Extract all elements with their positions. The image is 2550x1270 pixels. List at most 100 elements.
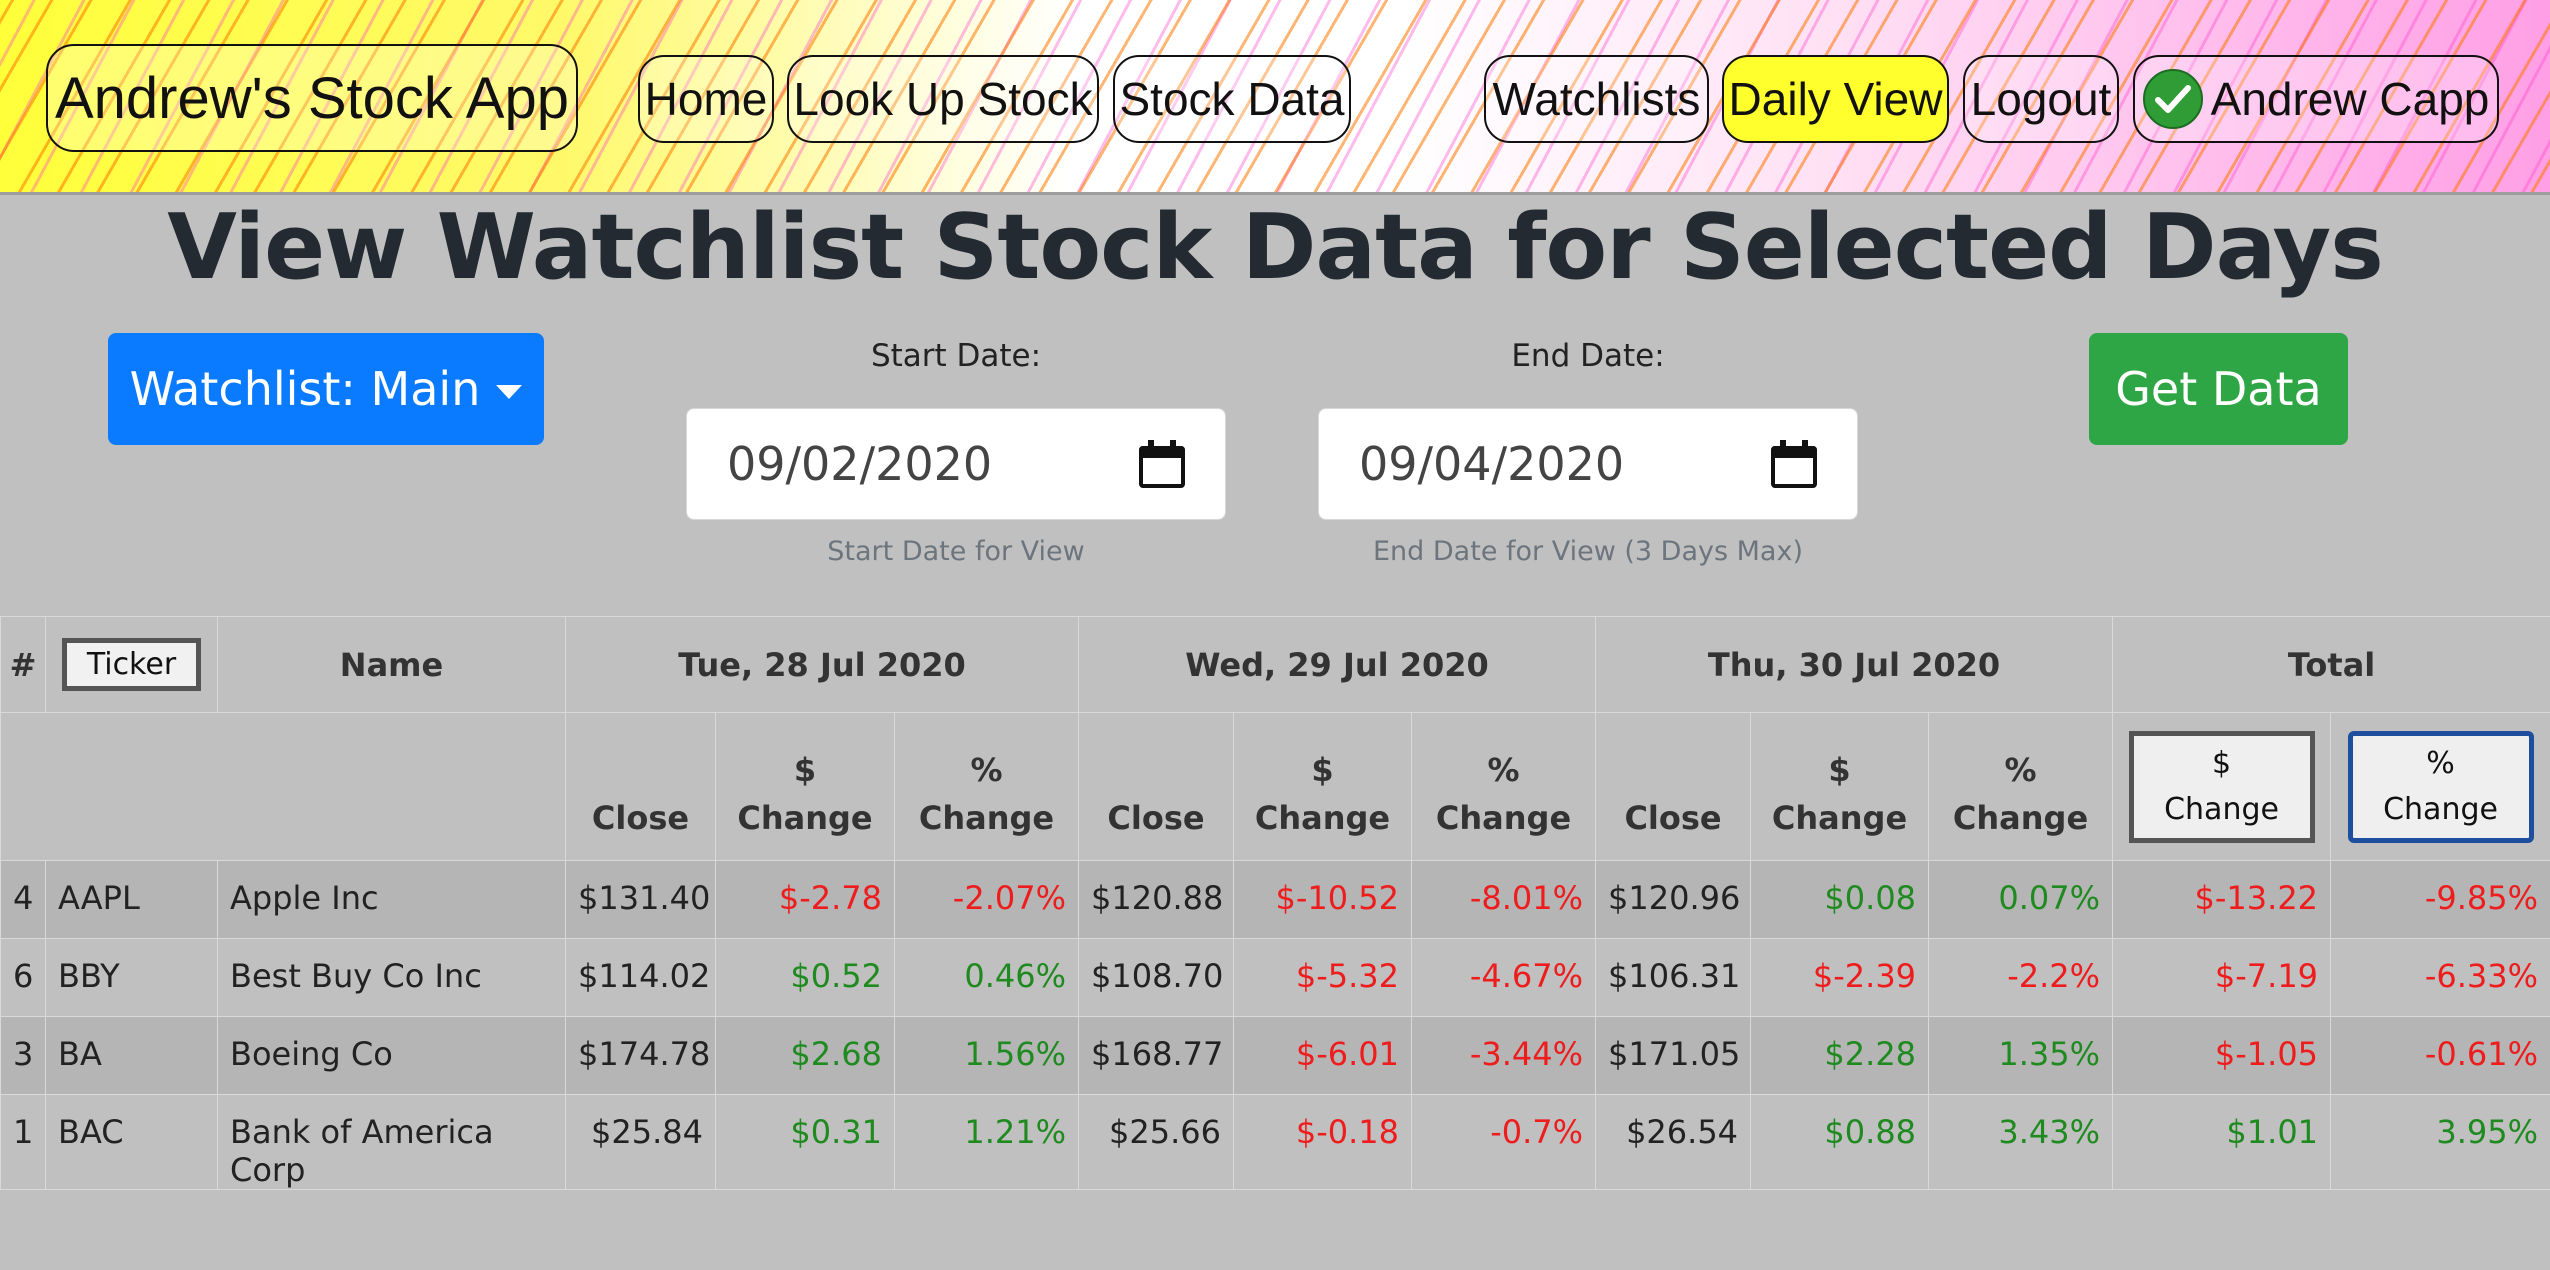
total-pct-cell: 3.95%	[2330, 1094, 2550, 1190]
dollar-change-cell: $-5.32	[1233, 938, 1412, 1017]
table-row: 6 BBY Best Buy Co Inc $114.02 $0.52 0.46% $108…	[0, 938, 2550, 1017]
check-icon	[2142, 69, 2203, 129]
total-dollar-cell: $-7.19	[2112, 938, 2332, 1017]
close-cell: $120.88	[1078, 860, 1234, 939]
pct-symbol: %	[1487, 751, 1520, 789]
calendar-icon[interactable]	[1771, 440, 1817, 488]
name-cell: Best Buy Co Inc	[217, 938, 566, 1017]
calendar-icon[interactable]	[1139, 440, 1185, 488]
total-header: Total	[2112, 616, 2550, 713]
sort-ticker-button[interactable]: Ticker	[61, 638, 202, 691]
nav-home[interactable]: Home	[638, 55, 774, 143]
subheader-row: Close $ Change % Change Close $ Change % Cha…	[0, 712, 2550, 861]
end-date-value: 09/04/2020	[1359, 437, 1625, 491]
close-cell: $131.40	[565, 860, 716, 939]
close-cell: $108.70	[1078, 938, 1234, 1017]
dollar-change-cell: $-10.52	[1233, 860, 1412, 939]
total-pct-cell: -6.33%	[2330, 938, 2550, 1017]
total-dollar-cell: $-1.05	[2112, 1016, 2332, 1095]
ticker-header-cell: Ticker	[45, 616, 218, 713]
sort-pct-change-button[interactable]: % Change	[2347, 731, 2534, 843]
change-label: Change	[737, 799, 873, 837]
name-cell: Boeing Co	[217, 1016, 566, 1095]
sort-dollar-change-button[interactable]: $ Change	[2128, 731, 2315, 843]
start-date-input[interactable]: 09/02/2020	[686, 408, 1226, 520]
change-label: Change	[2383, 792, 2498, 827]
nav-watchlists[interactable]: Watchlists	[1484, 55, 1709, 143]
dollar-change-cell: $0.08	[1750, 860, 1930, 939]
start-date-value: 09/02/2020	[727, 437, 993, 491]
dollar-symbol: $	[2211, 746, 2232, 781]
dollar-change-cell: $2.68	[715, 1016, 895, 1095]
close-header: Close	[1595, 712, 1752, 861]
start-date-group: Start Date: 09/02/2020 Start Date for Vi…	[686, 338, 1226, 567]
start-date-label: Start Date:	[870, 338, 1042, 374]
close-cell: $25.66	[1078, 1094, 1234, 1190]
row-number: 1	[0, 1094, 46, 1190]
change-label: Change	[1952, 799, 2089, 837]
nav-look-up-stock[interactable]: Look Up Stock	[787, 55, 1099, 143]
watchlist-label: Watchlist: Main	[129, 362, 481, 416]
pct-change-cell: -2.2%	[1928, 938, 2114, 1017]
change-label: Change	[1435, 799, 1572, 837]
dollar-change-header: $ Change	[1233, 712, 1412, 861]
pct-change-header: % Change	[894, 712, 1079, 861]
pct-change-cell: 1.35%	[1928, 1016, 2114, 1095]
dollar-change-cell: $-0.18	[1233, 1094, 1412, 1190]
brand-link[interactable]: Andrew's Stock App	[46, 44, 578, 152]
name-cell: Bank of America Corp	[217, 1094, 566, 1190]
dollar-change-header: $ Change	[1750, 712, 1930, 861]
pct-change-cell: 1.21%	[894, 1094, 1079, 1190]
end-date-label: End Date:	[1511, 338, 1665, 374]
pct-change-cell: 3.43%	[1928, 1094, 2114, 1190]
pct-change-cell: -2.07%	[894, 860, 1079, 939]
nav-daily-view[interactable]: Daily View	[1722, 55, 1949, 143]
end-date-input[interactable]: 09/04/2020	[1318, 408, 1858, 520]
dollar-change-cell: $-2.78	[715, 860, 895, 939]
nav-user[interactable]: Andrew Capp	[2133, 55, 2499, 143]
close-cell: $25.84	[565, 1094, 716, 1190]
caret-down-icon	[496, 385, 523, 399]
change-label: Change	[1254, 799, 1391, 837]
close-cell: $114.02	[565, 938, 716, 1017]
close-cell: $26.54	[1595, 1094, 1752, 1190]
ticker-cell: BA	[45, 1016, 218, 1095]
pct-change-header: % Change	[1928, 712, 2114, 861]
pct-change-cell: 1.56%	[894, 1016, 1079, 1095]
row-number: 3	[0, 1016, 46, 1095]
pct-symbol: %	[2426, 746, 2455, 781]
get-data-button[interactable]: Get Data	[2089, 333, 2348, 445]
col-name-header: Name	[217, 616, 566, 713]
table-row: 3 BA Boeing Co $174.78 $2.68 1.56% $168.77 $-6.…	[0, 1016, 2550, 1095]
nav-logout[interactable]: Logout	[1963, 55, 2119, 143]
nav-stock-data[interactable]: Stock Data	[1113, 55, 1351, 143]
end-date-group: End Date: 09/04/2020 End Date for View (…	[1318, 338, 1858, 567]
stock-table: # Ticker Name Tue, 28 Jul 2020 Wed, 29 J…	[0, 616, 2550, 1190]
ticker-cell: BBY	[45, 938, 218, 1017]
close-cell: $174.78	[565, 1016, 716, 1095]
row-number: 6	[0, 938, 46, 1017]
dollar-change-cell: $0.88	[1750, 1094, 1930, 1190]
total-dollar-cell: $1.01	[2112, 1094, 2332, 1190]
total-pct-header: % Change	[2330, 712, 2550, 861]
start-date-help: Start Date for View	[827, 536, 1085, 567]
user-name: Andrew Capp	[2210, 73, 2490, 125]
dollar-symbol: $	[1311, 751, 1334, 789]
dollar-change-cell: $2.28	[1750, 1016, 1930, 1095]
dollar-change-header: $ Change	[715, 712, 895, 861]
dollar-change-cell: $0.31	[715, 1094, 895, 1190]
dollar-symbol: $	[793, 751, 817, 789]
watchlist-dropdown-button[interactable]: Watchlist: Main	[108, 333, 544, 445]
change-label: Change	[1771, 799, 1908, 837]
dollar-symbol: $	[1828, 751, 1851, 789]
blank-subheader	[0, 712, 566, 861]
close-cell: $106.31	[1595, 938, 1752, 1017]
pct-change-cell: -4.67%	[1410, 938, 1597, 1017]
dollar-change-cell: $0.52	[715, 938, 895, 1017]
pct-change-cell: 0.07%	[1928, 860, 2114, 939]
navbar: Andrew's Stock App Home Look Up Stock St…	[0, 0, 2550, 195]
close-header: Close	[565, 712, 716, 861]
total-pct-cell: -9.85%	[2330, 860, 2550, 939]
day3-header: Thu, 30 Jul 2020	[1595, 616, 2114, 713]
name-cell: Apple Inc	[217, 860, 566, 939]
